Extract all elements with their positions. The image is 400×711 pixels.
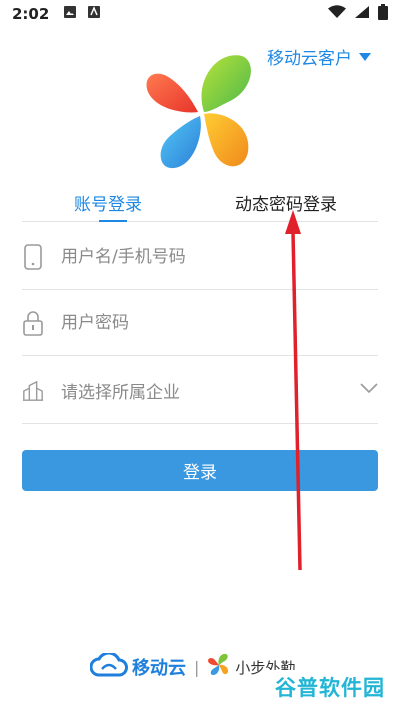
annotation-arrow-icon — [285, 210, 302, 571]
footer-brand-mobile-cloud: 移动云 — [132, 658, 186, 679]
watermark-badge: 谷普软件园 — [266, 670, 394, 704]
cloud-logo-icon — [89, 651, 128, 681]
footer-separator: | — [194, 657, 200, 677]
watermark-text: 谷普软件园 — [275, 676, 385, 700]
pinwheel-small-icon — [207, 653, 231, 681]
